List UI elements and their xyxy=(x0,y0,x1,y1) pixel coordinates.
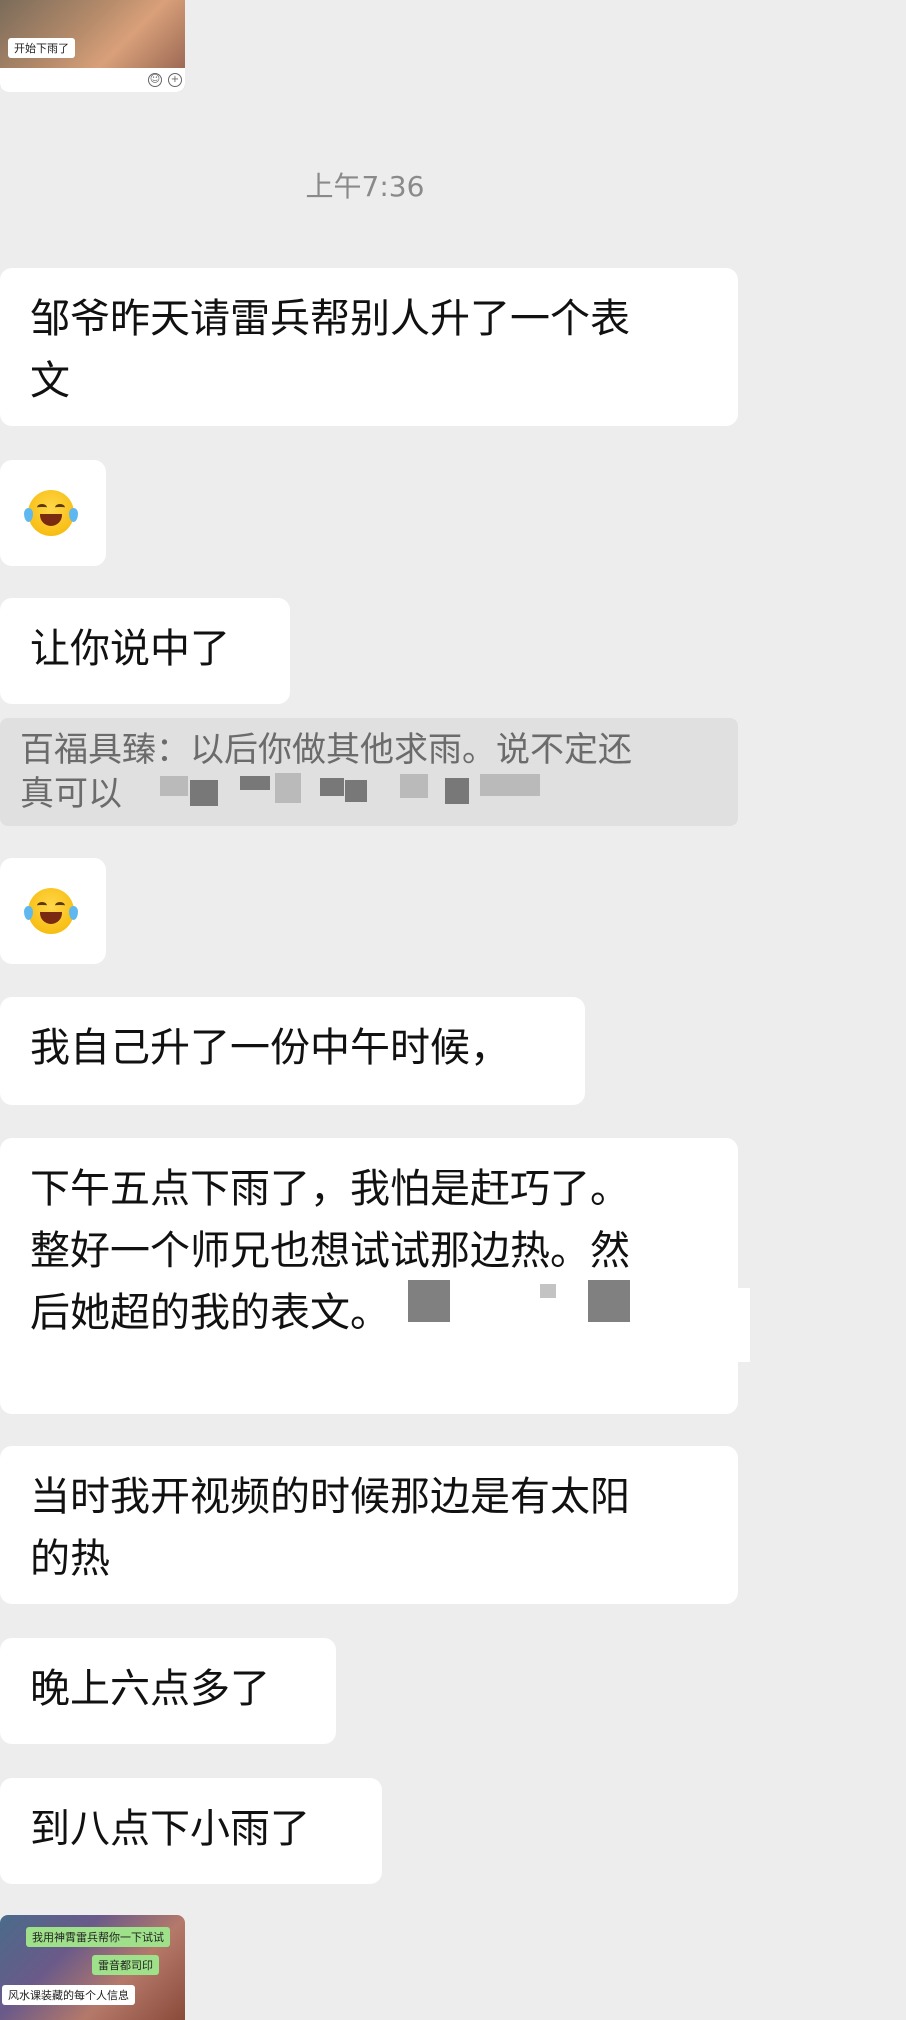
redaction-mosaic xyxy=(345,780,367,802)
redaction-mosaic xyxy=(480,774,540,796)
quote-text: 百福具臻：以后你做其他求雨。说不定还 xyxy=(20,730,632,770)
emoji-message-bubble[interactable] xyxy=(0,858,106,964)
message-text: 让你说中了 xyxy=(30,626,230,672)
image-message-top[interactable]: 开始下雨了 ☺ + xyxy=(0,0,185,92)
redaction-mosaic xyxy=(190,780,218,806)
emoji-reaction-icon[interactable]: ☺ xyxy=(148,73,162,87)
message-text: 文 xyxy=(30,358,70,404)
message-bubble[interactable]: 到八点下小雨了 xyxy=(0,1778,382,1884)
image-caption: 我用神霄雷兵帮你一下试试 xyxy=(26,1927,170,1947)
image-message-bottom[interactable]: 我用神霄雷兵帮你一下试试 雷音都司印 风水课装藏的每个人信息 xyxy=(0,1915,185,2020)
message-text: 的热 xyxy=(30,1536,110,1582)
message-bubble[interactable]: 下午五点下雨了，我怕是赶巧了。 整好一个师兄也想试试那边热。然 后她超的我的表文… xyxy=(0,1138,738,1414)
redaction-mosaic xyxy=(400,774,428,798)
quote-text: 真可以 xyxy=(20,774,122,814)
message-bubble[interactable]: 让你说中了 xyxy=(0,598,290,704)
face-with-tears-of-joy-icon xyxy=(24,888,78,934)
redaction-mosaic xyxy=(445,778,469,804)
image-caption: 风水课装藏的每个人信息 xyxy=(2,1985,135,2005)
face-with-tears-of-joy-icon xyxy=(24,490,78,536)
redaction-mosaic xyxy=(160,776,188,796)
redaction-mosaic xyxy=(540,1284,556,1298)
add-reaction-icon[interactable]: + xyxy=(168,73,182,87)
message-text: 晚上六点多了 xyxy=(30,1666,270,1712)
message-bubble[interactable]: 邹爷昨天请雷兵帮别人升了一个表 文 xyxy=(0,268,738,426)
bubble-edge-artifact xyxy=(738,1288,750,1362)
message-text: 我自己升了一份中午时候， xyxy=(30,1025,510,1071)
message-text: 整好一个师兄也想试试那边热。然 xyxy=(30,1228,630,1274)
message-text: 到八点下小雨了 xyxy=(30,1806,310,1852)
emoji-message-bubble[interactable] xyxy=(0,460,106,566)
redaction-mosaic xyxy=(408,1280,450,1322)
message-bubble[interactable]: 晚上六点多了 xyxy=(0,1638,336,1744)
redaction-mosaic xyxy=(240,776,270,790)
image-caption: 雷音都司印 xyxy=(92,1955,159,1975)
message-text: 当时我开视频的时候那边是有太阳 xyxy=(30,1474,630,1520)
image-footer: ☺ + xyxy=(0,68,185,92)
message-text: 邹爷昨天请雷兵帮别人升了一个表 xyxy=(30,296,630,342)
redaction-mosaic xyxy=(320,778,344,796)
redaction-mosaic xyxy=(588,1280,630,1322)
quoted-reply[interactable]: 百福具臻：以后你做其他求雨。说不定还 真可以 xyxy=(0,718,738,826)
message-text: 下午五点下雨了，我怕是赶巧了。 xyxy=(30,1166,630,1212)
timestamp: 上午7:36 xyxy=(305,170,425,203)
message-bubble[interactable]: 当时我开视频的时候那边是有太阳 的热 xyxy=(0,1446,738,1604)
image-caption: 开始下雨了 xyxy=(8,38,75,58)
message-bubble[interactable]: 我自己升了一份中午时候， xyxy=(0,997,585,1105)
redaction-mosaic xyxy=(275,773,301,803)
